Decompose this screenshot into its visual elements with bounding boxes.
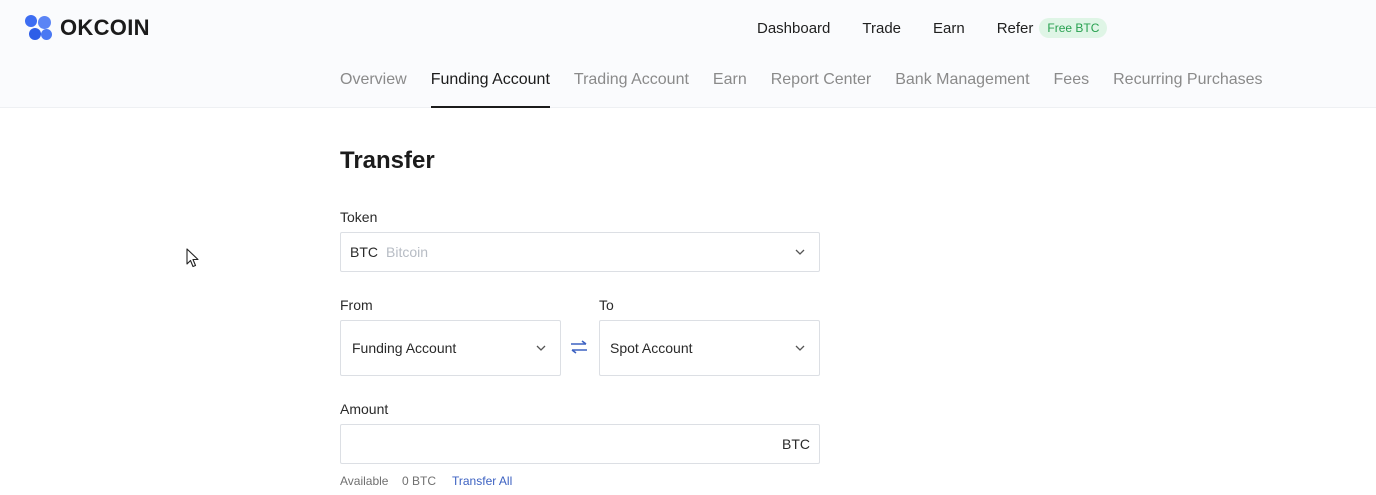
header: OKCOIN Dashboard Trade Earn Refer Free B…	[0, 0, 1376, 108]
amount-unit: BTC	[782, 436, 810, 452]
from-account-value: Funding Account	[352, 340, 457, 356]
account-tabs: Overview Funding Account Trading Account…	[340, 71, 1287, 108]
to-account-value: Spot Account	[610, 340, 693, 356]
okcoin-logo[interactable]: OKCOIN	[25, 14, 150, 42]
tab-recurring-purchases[interactable]: Recurring Purchases	[1113, 71, 1262, 108]
chevron-down-icon	[795, 249, 805, 255]
mouse-cursor-icon	[186, 248, 199, 268]
token-name: Bitcoin	[386, 244, 429, 260]
amount-input[interactable]: BTC	[340, 424, 820, 464]
token-select[interactable]: BTC Bitcoin	[340, 232, 820, 272]
swap-icon[interactable]	[570, 340, 588, 354]
okcoin-logo-icon	[25, 14, 55, 42]
from-account-select[interactable]: Funding Account	[340, 320, 561, 376]
tab-report-center[interactable]: Report Center	[771, 71, 872, 108]
tab-trading-account[interactable]: Trading Account	[574, 71, 689, 108]
brand-name: OKCOIN	[60, 15, 150, 40]
tab-funding-account[interactable]: Funding Account	[430, 71, 551, 108]
transfer-all-link[interactable]: Transfer All	[452, 474, 512, 488]
tab-earn[interactable]: Earn	[713, 71, 747, 108]
to-label: To	[599, 297, 614, 313]
nav-trade[interactable]: Trade	[862, 20, 901, 37]
chevron-down-icon	[795, 345, 805, 351]
token-symbol: BTC	[350, 244, 378, 260]
tab-fees[interactable]: Fees	[1054, 71, 1090, 108]
from-label: From	[340, 297, 373, 313]
to-account-select[interactable]: Spot Account	[599, 320, 820, 376]
nav-earn[interactable]: Earn	[933, 20, 965, 37]
available-value: 0 BTC	[402, 474, 437, 488]
amount-label: Amount	[340, 401, 389, 417]
tab-bank-management[interactable]: Bank Management	[895, 71, 1029, 108]
nav-dashboard[interactable]: Dashboard	[757, 20, 830, 37]
available-label: Available	[340, 474, 389, 488]
page-title: Transfer	[340, 147, 435, 174]
chevron-down-icon	[536, 345, 546, 351]
tab-overview[interactable]: Overview	[340, 71, 407, 108]
nav-refer[interactable]: Refer	[997, 20, 1034, 37]
top-nav: Dashboard Trade Earn Refer Free BTC	[757, 17, 1108, 39]
free-btc-badge[interactable]: Free BTC	[1039, 18, 1108, 38]
token-label: Token	[340, 209, 378, 225]
